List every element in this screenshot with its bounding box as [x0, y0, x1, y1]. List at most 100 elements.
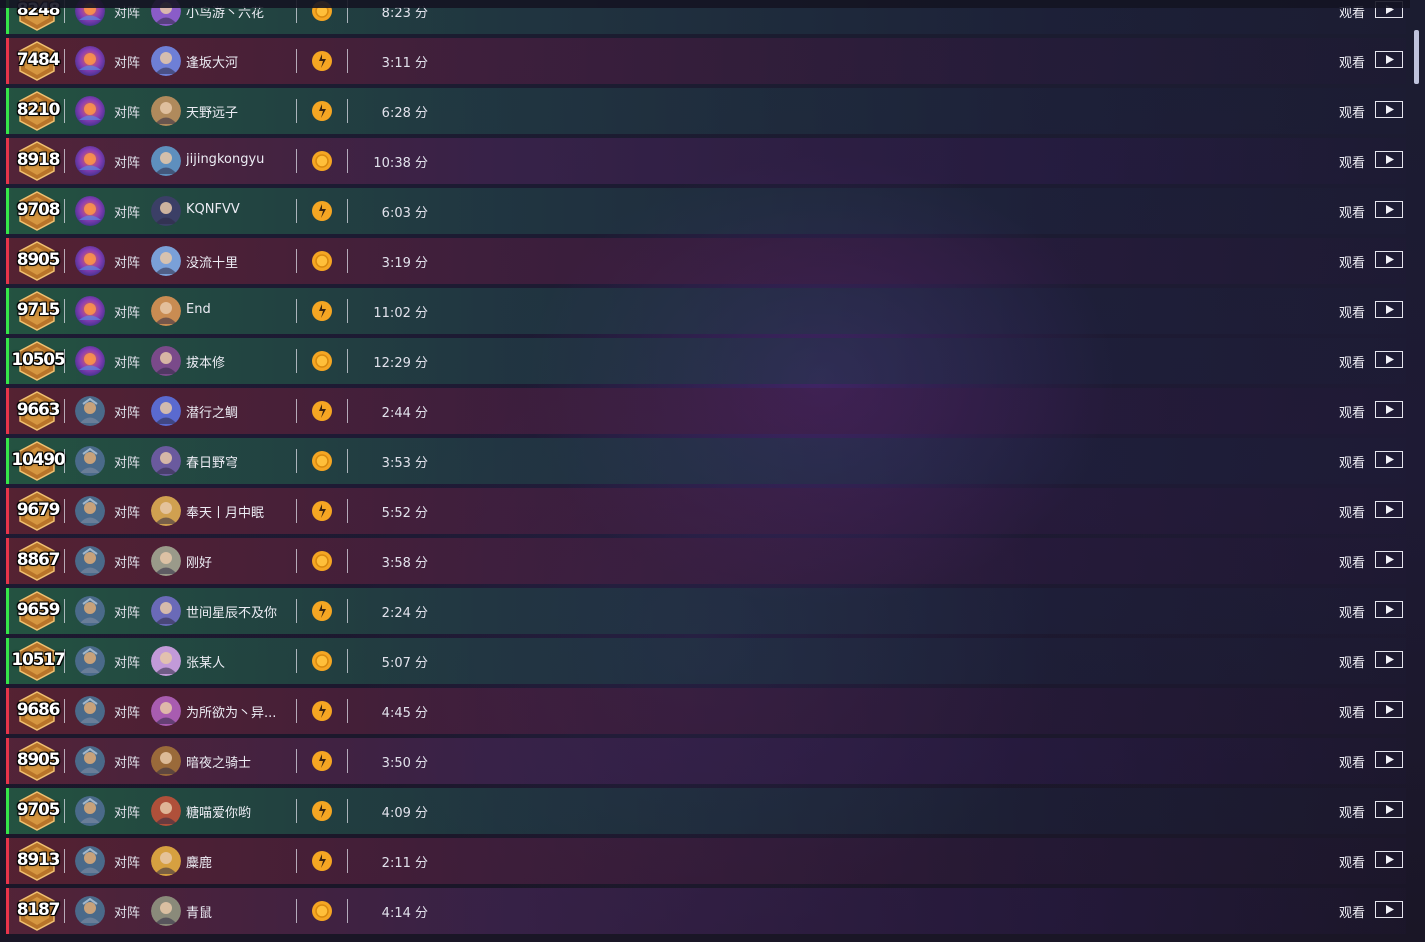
- play-button[interactable]: [1375, 201, 1403, 218]
- rating-badge: 8918: [10, 140, 62, 182]
- divider: [347, 499, 348, 523]
- match-row[interactable]: 9708 对阵 KQNFVV 6:03 分 观看: [6, 188, 1406, 234]
- match-row[interactable]: 9679 对阵 奉天丨月中眠 5:52 分 观看: [6, 488, 1406, 534]
- play-button[interactable]: [1375, 551, 1403, 568]
- ranked-swirl-icon: [311, 400, 333, 422]
- play-button[interactable]: [1375, 901, 1403, 918]
- match-duration: 3:58 分: [381, 556, 428, 571]
- coin-icon: [311, 150, 333, 172]
- result-bar: [6, 288, 9, 334]
- match-row[interactable]: 9659 对阵 世间星辰不及你 2:24 分 观看: [6, 588, 1406, 634]
- my-hero-avatar: [75, 296, 105, 326]
- ranked-swirl-icon: [311, 300, 333, 322]
- play-button[interactable]: [1375, 701, 1403, 718]
- divider: [347, 449, 348, 473]
- divider: [347, 649, 348, 673]
- scrollbar-thumb[interactable]: [1414, 30, 1419, 84]
- match-row[interactable]: 8918 对阵 jijingkongyu 10:38 分 观看: [6, 138, 1406, 184]
- vs-label: 对阵: [114, 256, 141, 271]
- divider: [296, 349, 297, 373]
- watch-label[interactable]: 观看: [1339, 502, 1365, 521]
- play-button[interactable]: [1375, 51, 1403, 68]
- watch-label[interactable]: 观看: [1339, 52, 1365, 71]
- rating-badge: 10490: [10, 440, 66, 482]
- play-button[interactable]: [1375, 301, 1403, 318]
- match-row[interactable]: 8905 对阵 暗夜之骑士 3:50 分 观看: [6, 738, 1406, 784]
- scrollbar[interactable]: [1413, 0, 1425, 942]
- match-row[interactable]: 7484 对阵 逢坂大河 3:11 分 观看: [6, 38, 1406, 84]
- match-row[interactable]: 10517 对阵 张某人 5:07 分 观看: [6, 638, 1406, 684]
- watch-label[interactable]: 观看: [1339, 702, 1365, 721]
- watch-label[interactable]: 观看: [1339, 252, 1365, 271]
- match-row[interactable]: 9686 对阵 为所欲为丶异... 4:45 分 观看: [6, 688, 1406, 734]
- coin-icon: [311, 450, 333, 472]
- watch-label[interactable]: 观看: [1339, 302, 1365, 321]
- play-button[interactable]: [1375, 401, 1403, 418]
- play-button[interactable]: [1375, 851, 1403, 868]
- divider: [296, 749, 297, 773]
- opponent-name: jijingkongyu: [186, 152, 265, 167]
- watch-label[interactable]: 观看: [1339, 352, 1365, 371]
- watch-label[interactable]: 观看: [1339, 202, 1365, 221]
- match-row[interactable]: 9705 对阵 糖喵爱你哟 4:09 分 观看: [6, 788, 1406, 834]
- play-icon: [1386, 305, 1394, 314]
- vs-label: 对阵: [114, 206, 141, 221]
- rating-badge: 9659: [10, 590, 62, 632]
- divider: [64, 249, 65, 273]
- watch-label[interactable]: 观看: [1339, 152, 1365, 171]
- match-row[interactable]: 8210 对阵 天野远子 6:28 分 观看: [6, 88, 1406, 134]
- opponent-name: 没流十里: [186, 256, 239, 271]
- rating-value: 9715: [16, 300, 61, 320]
- watch-label[interactable]: 观看: [1339, 852, 1365, 871]
- play-icon: [1386, 555, 1394, 564]
- vs-label: 对阵: [114, 506, 141, 521]
- match-row[interactable]: 10505 对阵 拔本修 12:29 分 观看: [6, 338, 1406, 384]
- play-button[interactable]: [1375, 751, 1403, 768]
- play-button[interactable]: [1375, 601, 1403, 618]
- match-row[interactable]: 8867 对阵 刚好 3:58 分 观看: [6, 538, 1406, 584]
- watch-label[interactable]: 观看: [1339, 452, 1365, 471]
- watch-label[interactable]: 观看: [1339, 752, 1365, 771]
- match-duration: 11:02 分: [373, 306, 428, 321]
- rating-value: 9663: [16, 400, 61, 420]
- rating-value: 8913: [16, 850, 61, 870]
- play-button[interactable]: [1375, 451, 1403, 468]
- ranked-swirl-icon: [311, 700, 333, 722]
- divider: [64, 449, 65, 473]
- vs-label: 对阵: [114, 856, 141, 871]
- watch-label[interactable]: 观看: [1339, 602, 1365, 621]
- rating-badge: 10505: [10, 340, 66, 382]
- play-button[interactable]: [1375, 151, 1403, 168]
- match-row[interactable]: 8187 对阵 青鼠 4:14 分 观看: [6, 888, 1406, 934]
- watch-label[interactable]: 观看: [1339, 802, 1365, 821]
- watch-label[interactable]: 观看: [1339, 102, 1365, 121]
- divider: [64, 649, 65, 673]
- watch-label[interactable]: 观看: [1339, 402, 1365, 421]
- coin-icon: [311, 900, 333, 922]
- match-row[interactable]: 10490 对阵 春日野穹 3:53 分 观看: [6, 438, 1406, 484]
- my-hero-avatar: [75, 696, 105, 726]
- match-row[interactable]: 9663 对阵 潜行之鲷 2:44 分 观看: [6, 388, 1406, 434]
- play-button[interactable]: [1375, 801, 1403, 818]
- watch-label[interactable]: 观看: [1339, 552, 1365, 571]
- match-row[interactable]: 8905 对阵 没流十里 3:19 分 观看: [6, 238, 1406, 284]
- match-row[interactable]: 9715 对阵 End 11:02 分 观看: [6, 288, 1406, 334]
- result-bar: [6, 88, 9, 134]
- match-row[interactable]: 8913 对阵 麋鹿 2:11 分 观看: [6, 838, 1406, 884]
- result-bar: [6, 838, 9, 884]
- play-button[interactable]: [1375, 351, 1403, 368]
- watch-label[interactable]: 观看: [1339, 652, 1365, 671]
- vs-label: 对阵: [114, 556, 141, 571]
- play-button[interactable]: [1375, 251, 1403, 268]
- play-button[interactable]: [1375, 101, 1403, 118]
- coin-icon: [311, 650, 333, 672]
- watch-label[interactable]: 观看: [1339, 902, 1365, 921]
- divider: [64, 349, 65, 373]
- opponent-name: 麋鹿: [186, 856, 213, 871]
- divider: [296, 99, 297, 123]
- play-button[interactable]: [1375, 501, 1403, 518]
- rating-value: 9686: [16, 700, 61, 720]
- play-button[interactable]: [1375, 651, 1403, 668]
- rating-badge: 8210: [10, 90, 62, 132]
- my-hero-avatar: [75, 246, 105, 276]
